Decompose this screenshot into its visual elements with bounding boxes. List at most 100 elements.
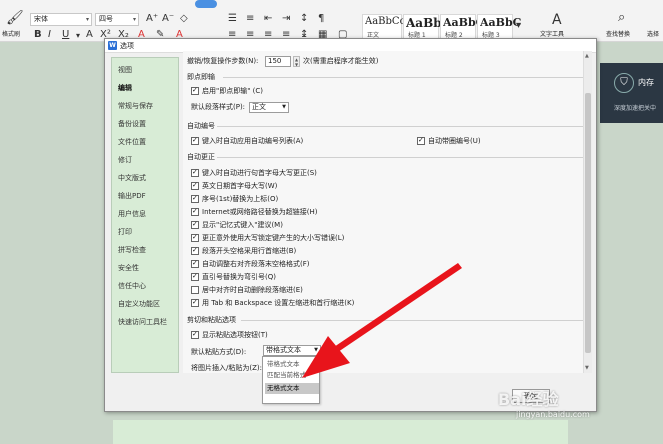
- default-para-style-select[interactable]: 正文 ▼: [249, 102, 289, 113]
- autocorrect-label: 直引号替换为弯引号(Q): [202, 273, 276, 281]
- options-nav: 视图 编辑 常规与保存 备份设置 文件位置 修订 中文版式 输出PDF 用户信息…: [111, 57, 179, 373]
- autocorrect-checkbox[interactable]: [191, 259, 199, 268]
- autocorrect-checkbox[interactable]: [191, 194, 199, 203]
- dialog-scrollbar[interactable]: ▲ ▼: [583, 51, 592, 373]
- auto-list-checkbox[interactable]: [191, 136, 199, 145]
- style-heading-3[interactable]: AaBbC 标题 3: [477, 14, 521, 40]
- section-cut-paste: 剪切和粘贴选项: [187, 316, 236, 324]
- format-brush-icon[interactable]: 🖌: [6, 11, 24, 25]
- section-auto-number: 自动编号: [187, 122, 215, 130]
- nav-item-view[interactable]: 视图: [116, 64, 178, 76]
- default-para-style-value: 正文: [252, 103, 266, 111]
- nav-item-user-info[interactable]: 用户信息: [116, 208, 178, 220]
- section-divider: [223, 77, 583, 78]
- paste-option[interactable]: 匹配当前格式: [265, 370, 319, 381]
- section-divider: [217, 126, 583, 127]
- clear-format-icon[interactable]: ◇: [180, 13, 188, 25]
- default-paste-select[interactable]: 带格式文本 ▼: [263, 345, 321, 356]
- bold-icon[interactable]: B: [34, 29, 42, 41]
- memory-label: 内存: [638, 78, 654, 87]
- shrink-font-icon[interactable]: A⁻: [162, 13, 174, 25]
- autocorrect-label: 自动调整右对齐段落末空格格式(F): [202, 260, 310, 268]
- autocorrect-checkbox[interactable]: [191, 298, 199, 307]
- find-replace-label[interactable]: 查找替换: [606, 30, 630, 40]
- section-divider: [241, 320, 583, 321]
- strikethrough-icon[interactable]: A: [86, 29, 93, 41]
- autocorrect-checkbox[interactable]: [191, 207, 199, 216]
- show-paste-button-checkbox[interactable]: [191, 330, 199, 339]
- style-heading-1[interactable]: AaBb 标题 1: [403, 14, 442, 40]
- autocorrect-label: 更正意外使用大写锁定键产生的大小写错误(L): [202, 234, 345, 242]
- autocorrect-label: 英文日期首字母大写(W): [202, 182, 278, 190]
- nav-item-chinese-layout[interactable]: 中文版式: [116, 172, 178, 184]
- font-name-select[interactable]: 宋体 ▾: [30, 13, 92, 26]
- nav-item-custom-ribbon[interactable]: 自定义功能区: [116, 298, 178, 310]
- autocorrect-label: Internet或网络路径替换为超链接(H): [202, 208, 318, 216]
- grow-font-icon[interactable]: A⁺: [146, 13, 158, 25]
- autocorrect-checkbox[interactable]: [191, 233, 199, 242]
- document-page[interactable]: [113, 420, 568, 444]
- autocorrect-checkbox[interactable]: [191, 286, 199, 294]
- text-tool-icon[interactable]: A: [552, 13, 562, 27]
- nav-item-backup[interactable]: 备份设置: [116, 118, 178, 130]
- nav-item-general-save[interactable]: 常规与保存: [116, 100, 178, 112]
- scrollbar-thumb[interactable]: [585, 93, 591, 353]
- styles-more-icon[interactable]: ▾: [516, 20, 521, 32]
- auto-circle-number-checkbox[interactable]: [417, 136, 425, 145]
- chevron-down-icon[interactable]: ▾: [76, 30, 80, 42]
- paste-option-plain-text[interactable]: 无格式文本: [265, 383, 319, 394]
- nav-item-file-location[interactable]: 文件位置: [116, 136, 178, 148]
- autocorrect-label: 键入时自动进行句首字母大写更正(S): [202, 169, 317, 177]
- click-type-label: 启用"即点即输" (C): [202, 87, 264, 95]
- decrease-indent-icon[interactable]: ⇤: [264, 13, 272, 25]
- bullet-list-icon[interactable]: ☰: [228, 13, 237, 25]
- underline-icon[interactable]: U: [62, 29, 69, 41]
- increase-indent-icon[interactable]: ⇥: [282, 13, 290, 25]
- undo-steps-spinner[interactable]: ▲ ▼: [293, 56, 300, 67]
- nav-item-revision[interactable]: 修订: [116, 154, 178, 166]
- sort-icon[interactable]: ↕: [300, 13, 308, 25]
- section-click-type: 即点即输: [187, 73, 215, 81]
- nav-item-trust-center[interactable]: 信任中心: [116, 280, 178, 292]
- show-marks-icon[interactable]: ¶: [318, 13, 324, 25]
- nav-item-quick-access[interactable]: 快速访问工具栏: [116, 316, 178, 328]
- paste-options-list: 带格式文本 匹配当前格式 无格式文本: [262, 356, 320, 404]
- autocorrect-checkbox[interactable]: [191, 246, 199, 255]
- font-size-select[interactable]: 四号 ▾: [95, 13, 139, 26]
- click-type-checkbox[interactable]: [191, 86, 199, 95]
- autocorrect-checkbox[interactable]: [191, 181, 199, 190]
- nav-item-security[interactable]: 安全性: [116, 262, 178, 274]
- chevron-down-icon: ▾: [85, 16, 89, 23]
- autocorrect-label: 显示"记忆式键入"建议(M): [202, 221, 283, 229]
- italic-icon[interactable]: I: [48, 29, 51, 41]
- watermark-url: jingyan.baidu.com: [516, 410, 590, 419]
- style-heading-2[interactable]: AaBbC 标题 2: [440, 14, 484, 40]
- speedup-panel[interactable]: ⛉ 内存 深度加速把关中: [600, 63, 663, 123]
- nav-item-print[interactable]: 打印: [116, 226, 178, 238]
- ribbon-toolbar: 🖌 格式刷 宋体 ▾ 四号 ▾ A⁺ A⁻ ◇ B I U ▾ A X² X₂ A …: [0, 0, 663, 42]
- nav-item-output-pdf[interactable]: 输出PDF: [116, 190, 178, 202]
- undo-steps-input[interactable]: 150: [265, 56, 291, 67]
- scroll-up-icon[interactable]: ▲: [585, 53, 589, 59]
- chevron-down-icon: ▾: [132, 16, 136, 23]
- autocorrect-label: 居中对齐时自动删除段落缩进(E): [202, 286, 303, 294]
- chevron-down-icon: ▼: [314, 347, 318, 353]
- paste-option[interactable]: 带格式文本: [265, 359, 319, 370]
- auto-list-label: 键入时自动应用自动编号列表(A): [202, 137, 304, 145]
- autocorrect-checkbox[interactable]: [191, 272, 199, 281]
- section-auto-correct: 自动更正: [187, 153, 215, 161]
- scroll-down-icon[interactable]: ▼: [585, 365, 589, 371]
- font-name-value: 宋体: [34, 15, 48, 23]
- toggle-switch[interactable]: [195, 0, 217, 8]
- autocorrect-label: 序号(1st)替换为上标(O): [202, 195, 279, 203]
- numbered-list-icon[interactable]: ≡: [246, 13, 254, 25]
- search-icon[interactable]: ⌕: [618, 11, 625, 24]
- nav-item-edit[interactable]: 编辑: [116, 82, 178, 94]
- select-label[interactable]: 选择: [647, 30, 659, 40]
- autocorrect-label: 用 Tab 和 Backspace 设置左缩进和首行缩进(K): [202, 299, 355, 307]
- nav-item-spell-check[interactable]: 拼写检查: [116, 244, 178, 256]
- style-normal[interactable]: AaBbCcI 正文: [362, 14, 409, 40]
- autocorrect-checkbox[interactable]: [191, 220, 199, 229]
- style-sample: AaBb: [406, 16, 442, 30]
- autocorrect-checkbox[interactable]: [191, 168, 199, 177]
